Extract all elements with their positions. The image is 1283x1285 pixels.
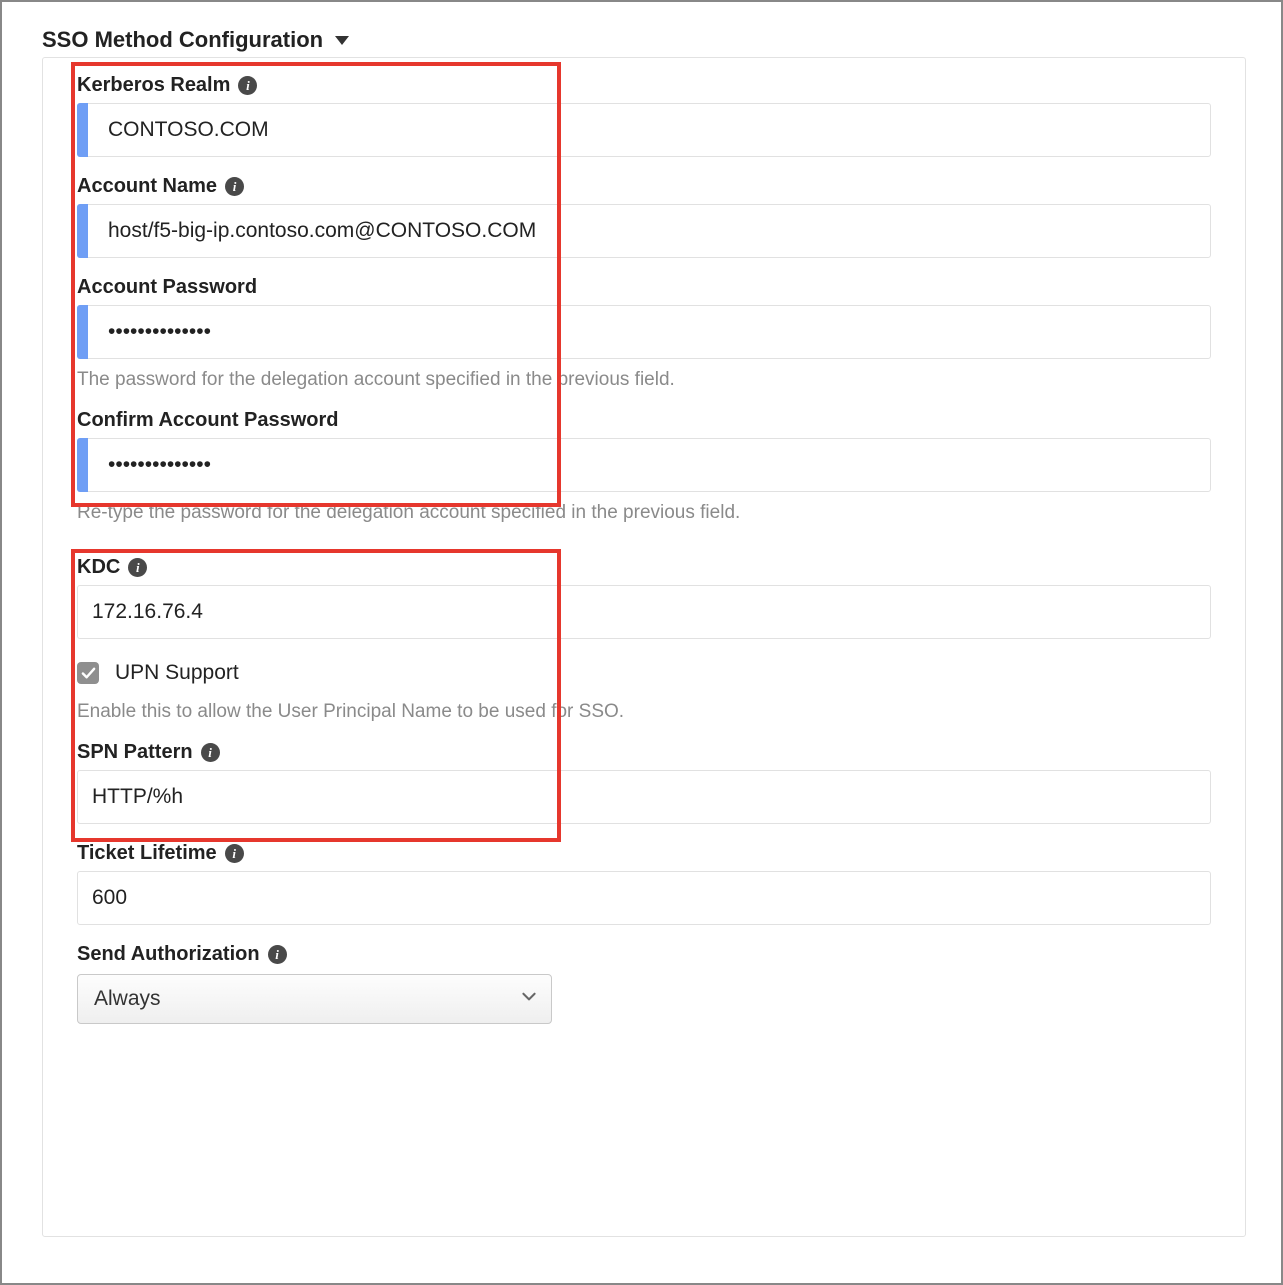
- field-spn-pattern: SPN Pattern i: [77, 741, 1211, 824]
- label-ticket-lifetime: Ticket Lifetime i: [77, 842, 1211, 865]
- info-icon[interactable]: i: [238, 76, 257, 95]
- field-upn-support: UPN Support: [77, 661, 1211, 685]
- input-wrap: [77, 871, 1211, 925]
- field-kdc: KDC i: [77, 556, 1211, 639]
- field-send-authorization: Send Authorization i Always: [77, 943, 1211, 1024]
- label-text: KDC: [77, 556, 120, 579]
- section-header[interactable]: SSO Method Configuration: [42, 27, 1246, 53]
- caret-down-icon: [335, 36, 349, 45]
- label-text: SPN Pattern: [77, 741, 193, 764]
- kdc-input[interactable]: [77, 585, 1211, 639]
- info-icon[interactable]: i: [268, 945, 287, 964]
- kerberos-realm-input[interactable]: [77, 103, 1211, 157]
- upn-support-checkbox[interactable]: [77, 662, 99, 684]
- help-upn-support: Enable this to allow the User Principal …: [77, 701, 1211, 723]
- label-spn-pattern: SPN Pattern i: [77, 741, 1211, 764]
- label-account-password: Account Password: [77, 276, 1211, 299]
- input-wrap: [77, 103, 1211, 157]
- required-marker: [77, 204, 88, 258]
- required-marker: [77, 305, 88, 359]
- field-kerberos-realm: Kerberos Realm i: [77, 74, 1211, 157]
- field-confirm-password: Confirm Account Password Re-type the pas…: [77, 409, 1211, 524]
- info-icon[interactable]: i: [225, 177, 244, 196]
- section-title-text: SSO Method Configuration: [42, 27, 323, 53]
- input-wrap: [77, 770, 1211, 824]
- ticket-lifetime-input[interactable]: [77, 871, 1211, 925]
- send-authorization-select[interactable]: Always: [77, 974, 552, 1024]
- field-ticket-lifetime: Ticket Lifetime i: [77, 842, 1211, 925]
- label-text: Kerberos Realm: [77, 74, 230, 97]
- account-name-input[interactable]: [77, 204, 1211, 258]
- config-window: SSO Method Configuration Kerberos Realm …: [0, 0, 1283, 1285]
- label-confirm-password: Confirm Account Password: [77, 409, 1211, 432]
- field-account-name: Account Name i: [77, 175, 1211, 258]
- required-marker: [77, 103, 88, 157]
- required-marker: [77, 438, 88, 492]
- label-text: Account Password: [77, 276, 257, 299]
- label-text: Ticket Lifetime: [77, 842, 217, 865]
- label-kerberos-realm: Kerberos Realm i: [77, 74, 1211, 97]
- label-account-name: Account Name i: [77, 175, 1211, 198]
- info-icon[interactable]: i: [225, 844, 244, 863]
- field-account-password: Account Password The password for the de…: [77, 276, 1211, 391]
- check-icon: [81, 666, 96, 681]
- label-text: Confirm Account Password: [77, 409, 339, 432]
- info-icon[interactable]: i: [128, 558, 147, 577]
- confirm-password-input[interactable]: [77, 438, 1211, 492]
- config-panel: Kerberos Realm i Account Name i Account …: [42, 57, 1246, 1237]
- help-confirm-password: Re-type the password for the delegation …: [77, 502, 1211, 524]
- label-text: Account Name: [77, 175, 217, 198]
- select-wrap: Always: [77, 974, 552, 1024]
- upn-support-label: UPN Support: [115, 661, 239, 685]
- input-wrap: [77, 585, 1211, 639]
- label-kdc: KDC i: [77, 556, 1211, 579]
- label-text: Send Authorization: [77, 943, 260, 966]
- help-account-password: The password for the delegation account …: [77, 369, 1211, 391]
- input-wrap: [77, 204, 1211, 258]
- label-send-authorization: Send Authorization i: [77, 943, 1211, 966]
- spn-pattern-input[interactable]: [77, 770, 1211, 824]
- info-icon[interactable]: i: [201, 743, 220, 762]
- account-password-input[interactable]: [77, 305, 1211, 359]
- input-wrap: [77, 438, 1211, 492]
- input-wrap: [77, 305, 1211, 359]
